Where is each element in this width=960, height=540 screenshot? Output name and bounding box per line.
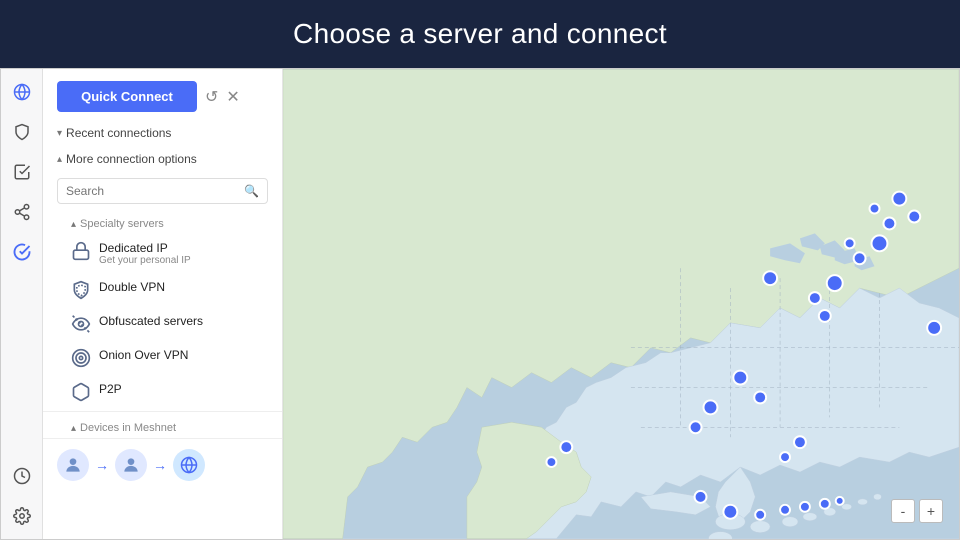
- specialty-servers-label: Specialty servers: [80, 218, 164, 230]
- server-item-dedicated-ip[interactable]: Dedicated IP Get your personal IP: [43, 234, 282, 273]
- recent-connections-header[interactable]: ▾ Recent connections: [43, 120, 282, 146]
- sidebar-icon-mesh[interactable]: [11, 201, 33, 223]
- server-item-onion[interactable]: Onion Over VPN: [43, 341, 282, 375]
- icon-sidebar: [1, 69, 43, 539]
- p2p-info: P2P: [99, 382, 122, 396]
- specialty-servers-header[interactable]: ▴ Specialty servers: [43, 210, 282, 234]
- server-item-double-vpn[interactable]: Double VPN: [43, 273, 282, 307]
- onion-name: Onion Over VPN: [99, 348, 188, 362]
- banner: Choose a server and connect: [0, 0, 960, 68]
- search-bar: 🔍: [57, 178, 268, 204]
- quick-connect-row: Quick Connect ↺ ✕: [43, 69, 282, 120]
- server-item-p2p[interactable]: P2P: [43, 375, 282, 409]
- chevron-specialty: ▴: [71, 219, 76, 230]
- meshnet-header[interactable]: ▴ Devices in Meshnet: [43, 414, 282, 438]
- sidebar-icon-check[interactable]: [11, 241, 33, 263]
- more-options-header[interactable]: ▴ More connection options: [43, 146, 282, 172]
- zoom-plus-button[interactable]: +: [919, 499, 943, 523]
- chevron-recent: ▾: [57, 128, 62, 139]
- sidebar-icon-settings[interactable]: [11, 505, 33, 527]
- meshnet-globe: [173, 449, 205, 481]
- more-options-label: More connection options: [66, 152, 197, 166]
- p2p-icon: [71, 382, 91, 402]
- chevron-more: ▴: [57, 154, 62, 165]
- onion-info: Onion Over VPN: [99, 348, 188, 362]
- dedicated-ip-desc: Get your personal IP: [99, 255, 191, 266]
- server-item-obfuscated[interactable]: Obfuscated servers: [43, 307, 282, 341]
- meshnet-arrow1: →: [95, 457, 109, 473]
- search-icon: 🔍: [244, 184, 259, 198]
- world-map-svg: [283, 69, 959, 539]
- double-vpn-icon: [71, 280, 91, 300]
- map-zoom-controls: - +: [891, 499, 943, 523]
- sidebar-bottom: [11, 465, 33, 527]
- dedicated-ip-icon: [71, 241, 91, 261]
- meshnet-illustration: → →: [43, 438, 282, 491]
- chevron-meshnet: ▴: [71, 423, 76, 434]
- double-vpn-name: Double VPN: [99, 280, 165, 294]
- sidebar-icon-export[interactable]: [11, 161, 33, 183]
- cancel-icon[interactable]: ✕: [226, 87, 239, 107]
- double-vpn-info: Double VPN: [99, 280, 165, 294]
- meshnet-arrow2: →: [153, 457, 167, 473]
- dedicated-ip-info: Dedicated IP Get your personal IP: [99, 241, 191, 266]
- onion-icon: [71, 348, 91, 368]
- avatar-person2: [115, 449, 147, 481]
- obfuscated-name: Obfuscated servers: [99, 314, 203, 328]
- obfuscated-info: Obfuscated servers: [99, 314, 203, 328]
- search-input[interactable]: [66, 184, 238, 198]
- refresh-icon[interactable]: ↺: [205, 87, 218, 107]
- divider: [43, 411, 282, 412]
- map-panel: - +: [283, 69, 959, 539]
- sidebar-icon-clock[interactable]: [11, 465, 33, 487]
- avatar-person1: [57, 449, 89, 481]
- dedicated-ip-name: Dedicated IP: [99, 241, 191, 255]
- quick-connect-button[interactable]: Quick Connect: [57, 81, 197, 112]
- p2p-name: P2P: [99, 382, 122, 396]
- connection-panel: Quick Connect ↺ ✕ ▾ Recent connections ▴…: [43, 69, 283, 539]
- meshnet-label: Devices in Meshnet: [80, 422, 176, 434]
- banner-title: Choose a server and connect: [293, 18, 667, 50]
- zoom-minus-button[interactable]: -: [891, 499, 915, 523]
- main-container: Quick Connect ↺ ✕ ▾ Recent connections ▴…: [0, 68, 960, 540]
- sidebar-icon-globe[interactable]: [11, 81, 33, 103]
- sidebar-icon-shield[interactable]: [11, 121, 33, 143]
- panel-scroll-area[interactable]: ▾ Recent connections ▴ More connection o…: [43, 120, 282, 539]
- obfuscated-icon: [71, 314, 91, 334]
- recent-connections-label: Recent connections: [66, 126, 171, 140]
